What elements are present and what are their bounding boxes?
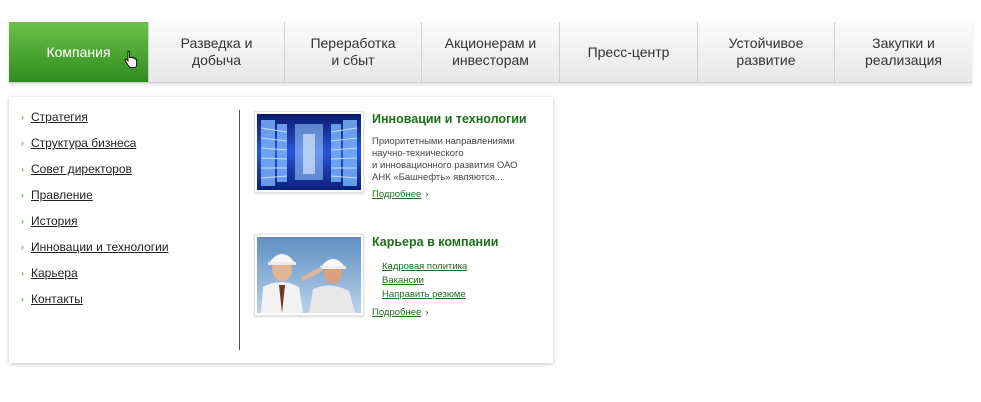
nav-item-investors[interactable]: Акционерам и инвесторам	[421, 22, 559, 82]
dropdown-panel: › Стратегия › Структура бизнеса › Совет дир…	[9, 97, 553, 363]
more-link-label: Подробнее	[372, 307, 422, 318]
nav-item-exploration[interactable]: Разведка и добыча	[148, 22, 284, 82]
submenu-link-board[interactable]: Совет директоров	[31, 162, 132, 176]
career-link-send-resume[interactable]: Направить резюме	[382, 289, 466, 300]
chevron-right-icon: ›	[21, 138, 24, 148]
submenu-link-strategy[interactable]: Стратегия	[31, 110, 88, 124]
submenu-link-history[interactable]: История	[31, 214, 78, 228]
nav-item-label: Компания	[46, 43, 111, 60]
submenu-link-innovations[interactable]: Инновации и технологии	[31, 240, 169, 254]
chevron-right-icon: ›	[425, 307, 429, 318]
card-title-innovations[interactable]: Инновации и технологии	[372, 112, 527, 126]
nav-item-refining[interactable]: Переработка и сбыт	[284, 22, 421, 82]
chevron-right-icon: ›	[21, 242, 24, 252]
main-nav: Компания Разведка и добыча Переработка и…	[9, 22, 972, 83]
submenu-item: › Совет директоров	[21, 162, 169, 188]
chevron-right-icon: ›	[425, 189, 429, 200]
nav-item-company[interactable]: Компания	[9, 22, 148, 82]
chevron-right-icon: ›	[21, 216, 24, 226]
chevron-right-icon: ›	[21, 294, 24, 304]
submenu-item: › Структура бизнеса	[21, 136, 169, 162]
career-links: Кадровая политика Вакансии Направить рез…	[382, 260, 467, 302]
chevron-right-icon: ›	[21, 164, 24, 174]
nav-item-label: Переработка и сбыт	[310, 35, 396, 68]
vertical-divider	[239, 110, 240, 350]
submenu-link-management[interactable]: Правление	[31, 188, 93, 202]
submenu-item: › Инновации и технологии	[21, 240, 169, 266]
submenu-item: › История	[21, 214, 169, 240]
card-title-career[interactable]: Карьера в компании	[372, 235, 498, 249]
more-link[interactable]: Подробнее ›	[372, 307, 428, 318]
nav-item-label: Акционерам и инвесторам	[444, 35, 537, 68]
engineers-in-hardhats-image[interactable]	[254, 234, 364, 316]
nav-item-procurement[interactable]: Закупки и реализация	[834, 22, 972, 82]
submenu-link-career[interactable]: Карьера	[31, 266, 78, 280]
career-link-item: Вакансии	[382, 274, 467, 288]
career-link-item: Кадровая политика	[382, 260, 467, 274]
submenu-item: › Контакты	[21, 292, 169, 318]
card-description: Приоритетными направлениями научно-техни…	[372, 136, 518, 183]
more-link[interactable]: Подробнее ›	[372, 189, 428, 200]
submenu-link-business-structure[interactable]: Структура бизнеса	[31, 136, 136, 150]
career-link-item: Направить резюме	[382, 288, 467, 302]
career-link-vacancies[interactable]: Вакансии	[382, 275, 424, 286]
nav-item-label: Пресс-центр	[587, 43, 670, 60]
submenu-item: › Правление	[21, 188, 169, 214]
more-link-label: Подробнее	[372, 189, 422, 200]
chevron-right-icon: ›	[21, 190, 24, 200]
submenu-list: › Стратегия › Структура бизнеса › Совет дир…	[21, 110, 169, 318]
submenu-item: › Стратегия	[21, 110, 169, 136]
nav-item-label: Устойчивое развитие	[728, 35, 804, 68]
career-link-hr-policy[interactable]: Кадровая политика	[382, 261, 467, 272]
nav-item-sustainability[interactable]: Устойчивое развитие	[697, 22, 834, 82]
chevron-right-icon: ›	[21, 268, 24, 278]
submenu-item: › Карьера	[21, 266, 169, 292]
nav-item-label: Закупки и реализация	[865, 35, 942, 68]
chevron-right-icon: ›	[21, 112, 24, 122]
hand-cursor-icon	[124, 51, 138, 69]
submenu-link-contacts[interactable]: Контакты	[31, 292, 83, 306]
server-room-image[interactable]	[254, 111, 364, 193]
nav-item-press-center[interactable]: Пресс-центр	[559, 22, 697, 82]
nav-item-label: Разведка и добыча	[180, 35, 253, 68]
